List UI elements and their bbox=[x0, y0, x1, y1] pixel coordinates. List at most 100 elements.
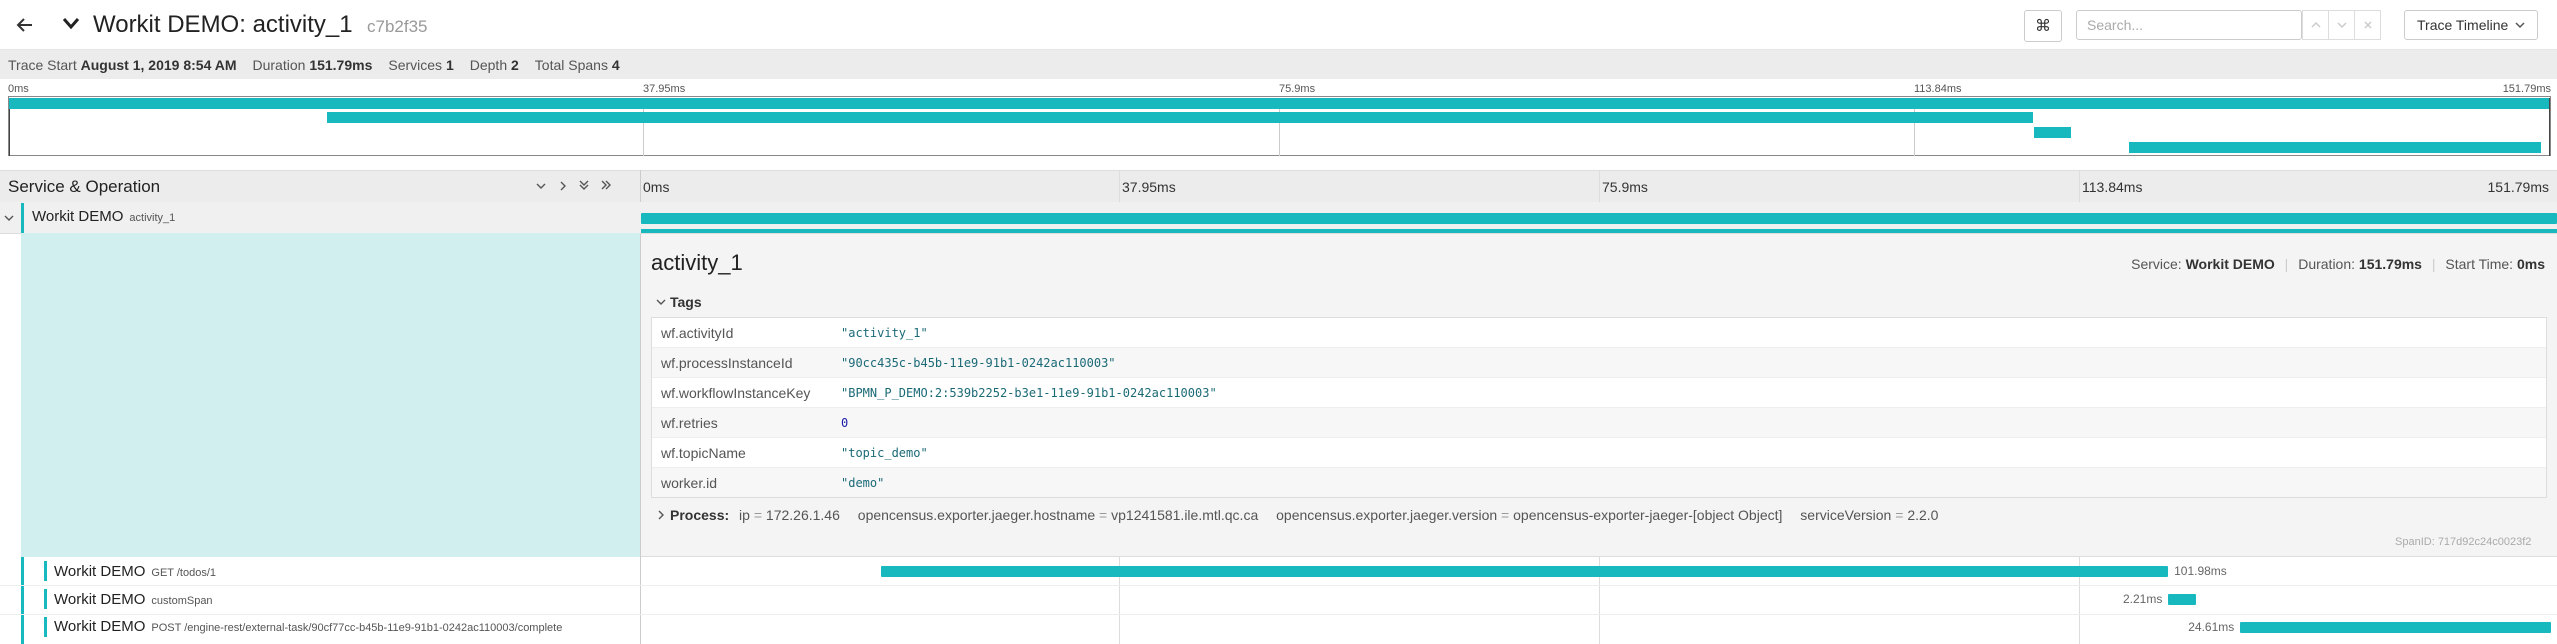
span-name[interactable]: Workit DEMO POST /engine-rest/external-ta… bbox=[54, 618, 562, 635]
span-name[interactable]: Workit DEMO customSpan bbox=[54, 591, 213, 608]
duration-label: Duration bbox=[252, 56, 306, 73]
trace-id: c7b2f35 bbox=[367, 17, 428, 36]
tag-key: wf.topicName bbox=[661, 444, 746, 461]
detail-service-value: Workit DEMO bbox=[2185, 256, 2275, 272]
tag-value: "BPMN_P_DEMO:2:539b2252-b3e1-11e9-91b1-0… bbox=[841, 385, 1217, 400]
minimap-span-bar bbox=[9, 98, 2549, 109]
span-service: Workit DEMO bbox=[54, 618, 146, 635]
span-id-label: SpanID: bbox=[2395, 536, 2435, 548]
timeline-tick: 151.79ms bbox=[2487, 179, 2549, 195]
tags-table: wf.activityId "activity_1" wf.processInst… bbox=[651, 317, 2547, 498]
double-chevron-down-icon bbox=[579, 180, 589, 190]
tag-value: 0 bbox=[841, 415, 849, 430]
span-service: Workit DEMO bbox=[54, 591, 146, 608]
total-spans-value: 4 bbox=[611, 56, 620, 73]
expand-all-button[interactable] bbox=[600, 178, 612, 194]
span-service: Workit DEMO bbox=[32, 208, 124, 225]
tag-row[interactable]: worker.id "demo" bbox=[652, 468, 2546, 497]
process-value: opencensus-exporter-jaeger-[object Objec… bbox=[1513, 507, 1783, 523]
span-duration-label: 24.61ms bbox=[2188, 620, 2235, 634]
service-operation-header: Service & Operation bbox=[8, 177, 161, 196]
services-label: Services bbox=[388, 56, 443, 73]
detail-duration-label: Duration: bbox=[2298, 256, 2356, 272]
services-value: 1 bbox=[445, 56, 454, 73]
process-key: opencensus.exporter.jaeger.hostname bbox=[857, 507, 1096, 523]
chevron-down-icon bbox=[656, 299, 666, 305]
collapse-all-button[interactable] bbox=[578, 178, 590, 194]
process-item: ip = 172.26.1.46 bbox=[739, 507, 840, 523]
tag-row[interactable]: wf.processInstanceId "90cc435c-b45b-11e9-… bbox=[652, 348, 2546, 378]
keyboard-shortcuts-button[interactable]: ⌘ bbox=[2024, 10, 2062, 42]
tag-value: "topic_demo" bbox=[841, 445, 928, 460]
chevron-down-icon bbox=[4, 215, 14, 221]
span-duration-label: 2.21ms bbox=[2122, 592, 2163, 606]
tags-toggle[interactable]: Tags bbox=[656, 294, 702, 310]
process-value: vp1241581.ile.mtl.qc.ca bbox=[1111, 507, 1259, 523]
span-bar[interactable] bbox=[2240, 622, 2551, 633]
back-arrow-icon bbox=[16, 18, 32, 32]
span-bar[interactable] bbox=[2168, 594, 2197, 605]
depth-label: Depth bbox=[469, 56, 508, 73]
back-button[interactable] bbox=[8, 10, 42, 40]
chevron-up-icon bbox=[2310, 21, 2321, 28]
minimap-tick: 113.84ms bbox=[1914, 83, 1962, 95]
depth-value: 2 bbox=[511, 56, 519, 73]
view-selector-label: Trace Timeline bbox=[2417, 17, 2509, 33]
tag-key: worker.id bbox=[661, 474, 718, 491]
chevron-down-icon bbox=[2515, 22, 2525, 29]
span-service: Workit DEMO bbox=[54, 563, 146, 580]
span-id-value: 717d92c24c0023f2 bbox=[2437, 536, 2532, 548]
view-selector[interactable]: Trace Timeline bbox=[2404, 10, 2538, 40]
command-icon: ⌘ bbox=[2035, 18, 2051, 35]
trace-title: Workit DEMO: activity_1 bbox=[93, 11, 353, 38]
tag-key: wf.processInstanceId bbox=[661, 354, 793, 371]
span-operation: activity_1 bbox=[129, 212, 176, 224]
tag-key: wf.workflowInstanceKey bbox=[661, 384, 811, 401]
collapse-one-button[interactable] bbox=[536, 178, 546, 194]
span-name[interactable]: Workit DEMO GET /todos/1 bbox=[54, 563, 216, 580]
process-label: Process: bbox=[670, 507, 730, 523]
detail-indent bbox=[21, 233, 640, 557]
timeline-header: Service & Operation 0ms 37.95ms 75.9ms 1… bbox=[0, 170, 2557, 203]
total-spans-label: Total Spans bbox=[534, 56, 608, 73]
process-item: opencensus.exporter.jaeger.hostname = vp… bbox=[857, 507, 1259, 523]
minimap-handle-right[interactable] bbox=[2549, 98, 2550, 156]
tag-value: "demo" bbox=[841, 475, 885, 490]
process-toggle[interactable]: Process: ip = 172.26.1.46 opencensus.exp… bbox=[656, 507, 1938, 523]
timeline-tick: 0ms bbox=[643, 179, 670, 195]
span-duration-label: 101.98ms bbox=[2174, 564, 2227, 578]
span-id: SpanID: 717d92c24c0023f2 bbox=[2395, 536, 2531, 548]
tag-row[interactable]: wf.activityId "activity_1" bbox=[652, 318, 2546, 348]
timeline-tick: 37.95ms bbox=[1122, 179, 1176, 195]
span-bar[interactable] bbox=[880, 566, 2169, 577]
tag-key: wf.retries bbox=[661, 414, 718, 431]
detail-meta: Service: Workit DEMO | Duration: 151.79m… bbox=[2131, 256, 2545, 272]
process-key: opencensus.exporter.jaeger.version bbox=[1276, 507, 1498, 523]
next-result-button[interactable] bbox=[2328, 10, 2355, 40]
timeline-tick: 113.84ms bbox=[2082, 179, 2143, 195]
clear-search-button[interactable] bbox=[2354, 10, 2381, 40]
prev-result-button[interactable] bbox=[2302, 10, 2329, 40]
minimap-tick: 75.9ms bbox=[1279, 83, 1316, 95]
span-bar[interactable] bbox=[641, 213, 2557, 224]
collapse-chevron-icon[interactable] bbox=[60, 12, 82, 37]
service-color-marker bbox=[44, 589, 47, 609]
trace-start-value: August 1, 2019 8:54 AM bbox=[80, 56, 237, 73]
span-toggle[interactable] bbox=[4, 210, 14, 226]
tag-key: wf.activityId bbox=[661, 324, 734, 341]
span-operation: POST /engine-rest/external-task/90cf77cc… bbox=[151, 622, 563, 634]
close-icon bbox=[2363, 21, 2372, 29]
tag-value: "activity_1" bbox=[841, 325, 928, 340]
tag-row[interactable]: wf.retries 0 bbox=[652, 408, 2546, 438]
duration-value: 151.79ms bbox=[309, 56, 373, 73]
timeline-tick: 75.9ms bbox=[1602, 179, 1648, 195]
search-input[interactable] bbox=[2076, 10, 2302, 40]
tag-row[interactable]: wf.workflowInstanceKey "BPMN_P_DEMO:2:539… bbox=[652, 378, 2546, 408]
process-item: serviceVersion = 2.2.0 bbox=[1800, 507, 1939, 523]
detail-start-label: Start Time: bbox=[2445, 256, 2514, 272]
expand-one-button[interactable] bbox=[558, 178, 568, 194]
trace-summary: Trace Start August 1, 2019 8:54 AM Durat… bbox=[0, 50, 2557, 79]
chevron-right-icon bbox=[560, 181, 566, 191]
span-name[interactable]: Workit DEMO activity_1 bbox=[32, 208, 175, 225]
tag-row[interactable]: wf.topicName "topic_demo" bbox=[652, 438, 2546, 468]
